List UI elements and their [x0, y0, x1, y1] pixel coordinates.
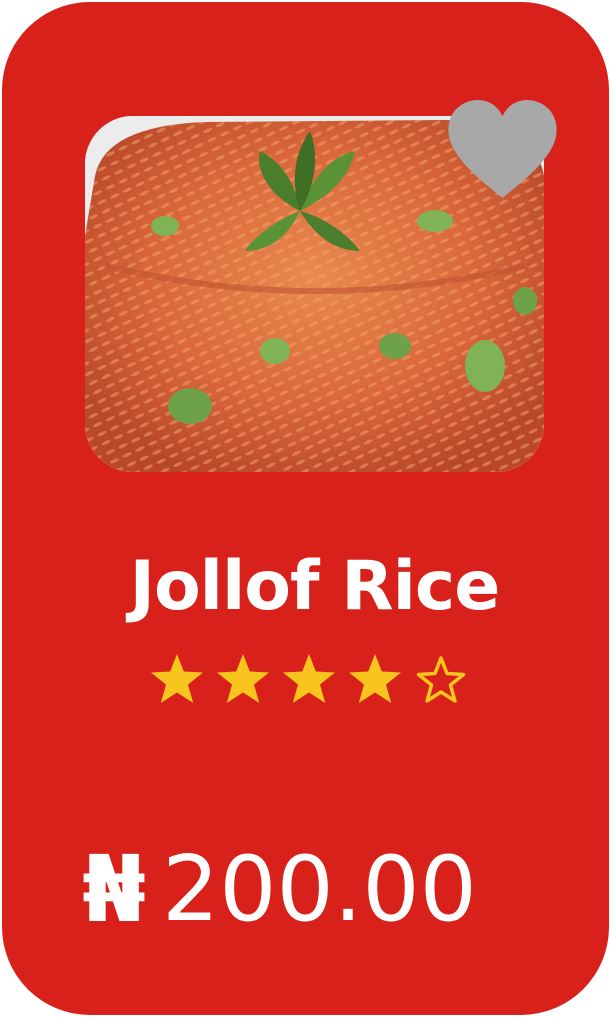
- product-name: Jollof Rice: [129, 547, 501, 626]
- favorite-button[interactable]: [445, 98, 560, 202]
- star-outline-icon: [416, 656, 466, 703]
- heart-icon: [448, 100, 557, 198]
- star-filled-icon: [217, 654, 269, 703]
- product-card[interactable]: Jollof Rice ₦ 200.00: [2, 2, 609, 1015]
- price: ₦ 200.00: [82, 840, 477, 940]
- rating-stars: [148, 652, 470, 706]
- star-filled-icon: [349, 654, 401, 703]
- star-filled-icon: [283, 654, 335, 703]
- price-amount: 200.00: [162, 837, 477, 942]
- star-filled-icon: [151, 654, 203, 703]
- currency-symbol: ₦: [82, 836, 147, 943]
